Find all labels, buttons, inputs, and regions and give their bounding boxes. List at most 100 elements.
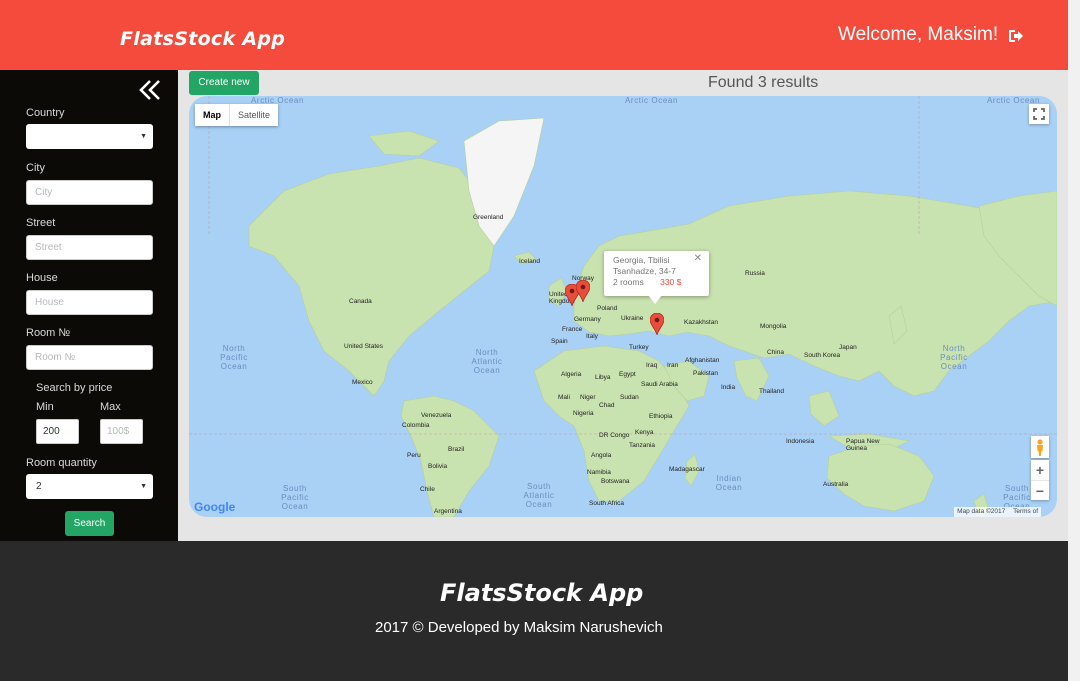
country-label-chad: Chad [599,402,615,409]
info-window-tail [648,295,662,304]
country-label-brazil: Brazil [448,446,465,453]
main-content: Create new Found 3 results Map Satellite… [178,70,1068,541]
country-label-colombia: Colombia [402,422,430,429]
country-label-italy: Italy [586,333,598,340]
search-by-price-label: Search by price [36,382,113,394]
marker-info-window: ✕ Georgia, Tbilisi Tsanhadze, 34-7 2 roo… [604,251,709,296]
country-label-ukraine: Ukraine [621,315,644,322]
ocean-label-south-atlantic: South Atlantic Ocean [523,482,555,509]
pegman-icon[interactable] [1031,436,1049,458]
country-label-iraq: Iraq [646,362,658,369]
min-price-input[interactable] [36,419,79,444]
info-price: 330 $ [660,277,682,287]
country-label-indonesia: Indonesia [786,438,815,445]
country-label-russia: Russia [745,270,765,277]
country-label-mali: Mali [558,394,570,401]
country-label-botswana: Botswana [601,478,630,485]
country-label-south-africa: South Africa [589,500,625,507]
country-label-peru: Peru [407,452,421,459]
google-logo: Google [194,500,235,514]
country-label-kazakhstan: Kazakhstan [684,319,718,326]
country-label: Country [26,107,65,119]
map-marker[interactable] [649,312,665,339]
room-quantity-label: Room quantity [26,457,97,469]
caret-down-icon: ▼ [140,483,147,490]
fullscreen-icon[interactable] [1029,104,1049,124]
country-label-chile: Chile [420,486,435,493]
country-label-libya: Libya [595,374,611,381]
map-view[interactable]: Map Satellite Arctic Ocean Arctic Ocean … [189,96,1057,517]
country-label-iran: Iran [667,362,679,369]
country-label-greenland: Greenland [473,214,504,221]
country-label-pakistan: Pakistan [693,370,718,377]
country-label-afghanistan: Afghanistan [685,357,720,364]
ocean-label-south-pacific-left: South Pacific Ocean [281,484,309,511]
room-number-input[interactable] [26,345,153,370]
footer-copyright: 2017 © Developed by Maksim Narushevich [375,619,663,636]
search-button[interactable]: Search [65,511,114,536]
country-label-bolivia: Bolivia [428,463,448,470]
max-price-input[interactable] [100,419,143,444]
country-label-angola: Angola [591,452,612,459]
ocean-label-north-atlantic: North Atlantic Ocean [471,348,503,375]
page-scrollbar-gutter [1068,0,1080,681]
zoom-out-button[interactable]: − [1031,480,1049,501]
map-type-control: Map Satellite [195,104,279,126]
brand-logo[interactable]: FlatsStock App [120,28,285,50]
results-count: Found 3 results [708,74,819,91]
house-label: House [26,272,58,284]
min-price-label: Min [36,401,54,413]
country-select[interactable]: ▼ [26,124,153,149]
map-data-text: Map data ©2017 [957,508,1006,515]
room-number-label: Room № [26,327,71,339]
country-label-turkey: Turkey [629,344,649,351]
terms-link[interactable]: Terms of [1013,508,1038,515]
country-label-argentina: Argentina [434,508,462,515]
country-label-namibia: Namibia [587,469,611,476]
zoom-control: + − [1031,460,1049,500]
country-label-saudi-arabia: Saudi Arabia [641,381,678,388]
country-label-algeria: Algeria [561,371,582,378]
info-address-line1: Georgia, Tbilisi [613,255,670,265]
country-label-mongolia: Mongolia [760,323,787,330]
country-label-united-states: United States [344,343,384,350]
city-input[interactable] [26,180,153,205]
house-input[interactable] [26,290,153,315]
street-input[interactable] [26,235,153,260]
country-label-iceland: Iceland [519,258,540,265]
zoom-in-button[interactable]: + [1031,460,1049,480]
country-label-sudan: Sudan [620,394,639,401]
map-marker[interactable] [575,279,591,306]
country-label-germany: Germany [574,316,601,323]
country-label-papua-new-guinea: Papua New Guinea [846,438,880,452]
footer: FlatsStock App 2017 © Developed by Maksi… [0,541,1068,681]
country-label-australia: Australia [823,481,849,488]
ocean-label-arctic-3: Arctic Ocean [987,96,1040,105]
create-new-button[interactable]: Create new [189,71,259,95]
double-chevron-left-icon[interactable] [138,79,162,105]
country-label-japan: Japan [839,344,857,351]
room-quantity-select[interactable]: 2 ▼ [26,474,153,499]
world-map-land [189,96,1057,517]
country-label-tanzania: Tanzania [629,442,656,449]
map-type-map[interactable]: Map [195,104,229,126]
country-label-canada: Canada [349,298,372,305]
map-type-satellite[interactable]: Satellite [229,104,278,126]
google-logo-text: Google [194,500,236,514]
close-icon[interactable]: ✕ [694,253,702,264]
max-price-label: Max [100,401,121,413]
welcome-message: Welcome, Maksim! [838,24,999,45]
country-label-france: France [562,326,583,333]
country-label-china: China [767,349,784,356]
country-label-poland: Poland [597,305,618,312]
country-label-thailand: Thailand [759,388,784,395]
country-label-mexico: Mexico [352,379,373,386]
map-attribution: Map data ©2017 Terms of [954,507,1041,517]
info-rooms: 2 rooms [613,277,644,287]
city-label: City [26,162,45,174]
sign-out-icon[interactable] [1008,28,1024,47]
footer-title: FlatsStock App [440,579,644,607]
ocean-label-indian: Indian Ocean [715,474,743,492]
ocean-label-north-pacific-left: North Pacific Ocean [220,344,248,371]
ocean-label-arctic-2: Arctic Ocean [625,96,678,105]
